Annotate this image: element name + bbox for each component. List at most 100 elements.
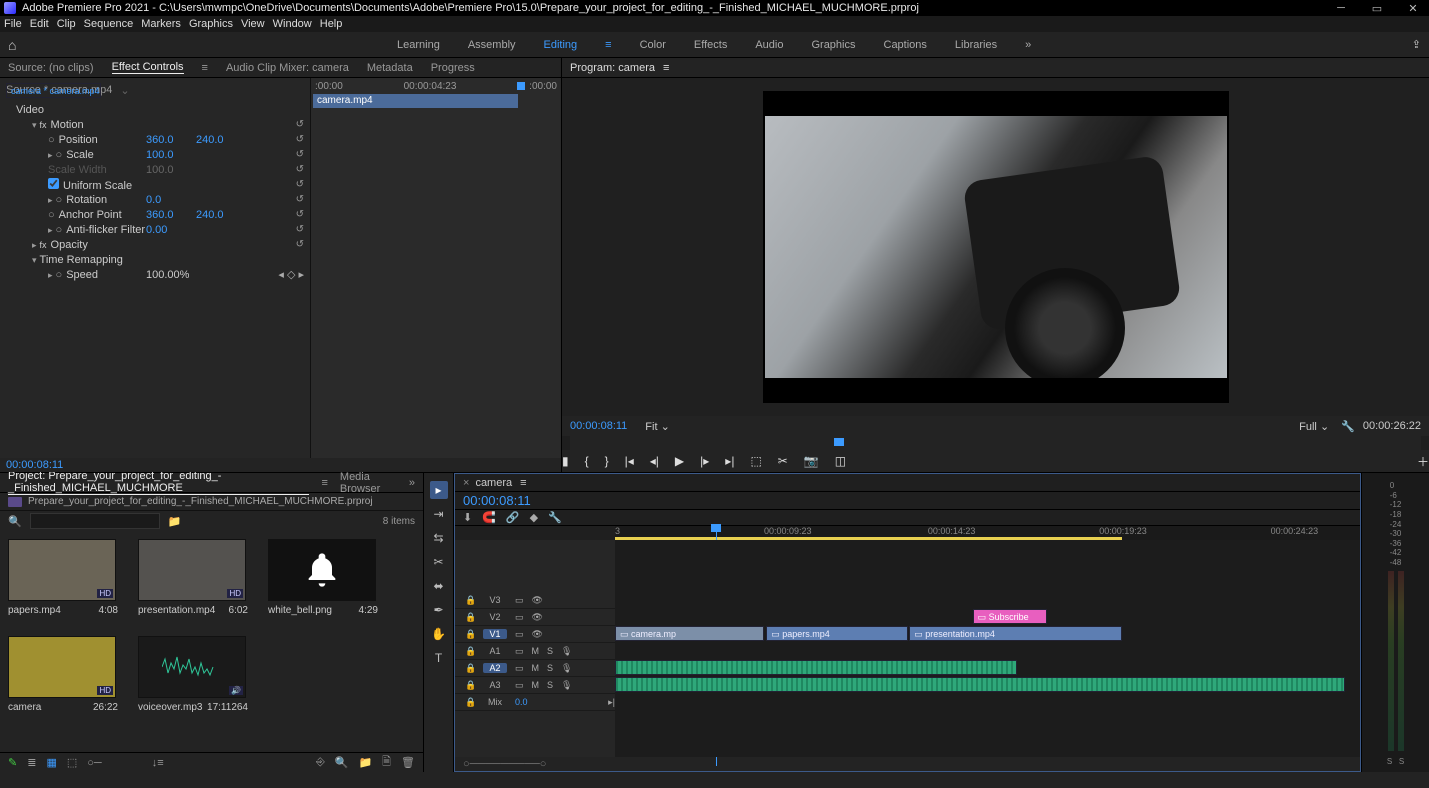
tab-source[interactable]: Source: (no clips)	[8, 62, 94, 74]
sequence-name[interactable]: camera	[475, 477, 512, 489]
sort-icon[interactable]: ↓≡	[152, 757, 164, 769]
automate-icon[interactable]: ⎆	[316, 756, 325, 769]
reset-icon[interactable]: ↺	[296, 209, 304, 220]
type-tool-icon[interactable]: T	[430, 649, 448, 667]
program-playhead[interactable]	[834, 438, 844, 446]
list-view-icon[interactable]: ≣	[27, 756, 36, 769]
bin-thumbnail[interactable]: HD	[8, 539, 116, 601]
in-point-icon[interactable]: {	[585, 454, 589, 468]
reset-icon[interactable]: ↺	[296, 119, 304, 130]
timeline-settings-icon[interactable]: 🔧	[548, 511, 562, 524]
add-button-icon[interactable]: ＋	[1417, 453, 1429, 470]
program-timecode[interactable]: 00:00:08:11	[570, 420, 627, 432]
mic-icon[interactable]: 🎙	[561, 663, 572, 674]
track-toggle-icon[interactable]: ▭	[515, 663, 524, 674]
track-toggle-icon[interactable]: ▭	[515, 629, 524, 640]
insert-icon[interactable]: ⬇	[463, 511, 472, 524]
project-overflow-icon[interactable]: »	[409, 477, 415, 489]
tab-audio-clip-mixer[interactable]: Audio Clip Mixer: camera	[226, 62, 349, 74]
tab-metadata[interactable]: Metadata	[367, 62, 413, 74]
ec-anchor-y[interactable]: 240.0	[196, 209, 246, 221]
extract-icon[interactable]: ✂	[778, 454, 788, 468]
lock-icon[interactable]: 🔒	[465, 595, 475, 606]
menu-file[interactable]: File	[4, 18, 22, 30]
reset-icon[interactable]: ↺	[296, 164, 304, 175]
snap-icon[interactable]: 🧲	[482, 511, 496, 524]
wrench-icon[interactable]: 🔧	[1341, 420, 1355, 433]
clip-papers[interactable]: ▭ papers.mp4	[766, 626, 908, 641]
lock-icon[interactable]: 🔒	[465, 663, 475, 674]
find-icon[interactable]: 🔍	[335, 756, 349, 769]
ec-rotation-label[interactable]: ○Rotation	[6, 194, 146, 206]
workspace-graphics[interactable]: Graphics	[811, 39, 855, 51]
workspace-color[interactable]: Color	[640, 39, 666, 51]
bin-thumbnail[interactable]: HD	[138, 539, 246, 601]
track-a3[interactable]: A3	[483, 680, 507, 690]
ec-rotation-val[interactable]: 0.0	[146, 194, 196, 206]
clip-subscribe[interactable]: ▭ Subscribe	[973, 609, 1048, 624]
workspace-assembly[interactable]: Assembly	[468, 39, 516, 51]
ec-time-remapping[interactable]: Time Remapping	[6, 254, 146, 266]
bin-thumbnail[interactable]: HD	[8, 636, 116, 698]
menu-clip[interactable]: Clip	[57, 18, 76, 30]
program-menu-icon[interactable]: ≡	[663, 62, 669, 74]
timeline-ruler[interactable]: 3 00:00:09:23 00:00:14:23 00:00:19:23 00…	[615, 526, 1360, 540]
track-mix[interactable]: Mix	[483, 697, 507, 707]
zoom-fit-dropdown[interactable]: Fit ⌄	[645, 420, 670, 433]
track-toggle-icon[interactable]: ▭	[515, 595, 524, 606]
close-button[interactable]: ✕	[1401, 2, 1425, 15]
track-v2[interactable]: V2	[483, 612, 507, 622]
tab-effect-controls[interactable]: Effect Controls	[112, 61, 184, 74]
ec-position-y[interactable]: 240.0	[196, 134, 246, 146]
uniform-scale-checkbox[interactable]	[48, 178, 59, 189]
bin-item[interactable]: HD presentation.mp46:02	[138, 539, 248, 616]
project-menu-icon[interactable]: ≡	[321, 477, 327, 489]
track-toggle-icon[interactable]: ▭	[515, 612, 524, 623]
export-icon[interactable]: ⇪	[1412, 38, 1421, 51]
ec-position-x[interactable]: 360.0	[146, 134, 196, 146]
menu-markers[interactable]: Markers	[141, 18, 181, 30]
new-bin-icon[interactable]: 📁	[358, 756, 372, 769]
freeform-view-icon[interactable]: ⬚	[67, 756, 77, 769]
resolution-dropdown[interactable]: Full ⌄	[1299, 420, 1329, 433]
pen-tool-icon[interactable]: ✒	[430, 601, 448, 619]
horiz-scroll[interactable]: ○─────────○	[463, 758, 546, 770]
track-a1[interactable]: A1	[483, 646, 507, 656]
lock-icon[interactable]: 🔒	[465, 646, 475, 657]
go-to-in-icon[interactable]: |◂	[625, 454, 634, 468]
tab-media-browser[interactable]: Media Browser	[340, 471, 397, 495]
timeline-timecode[interactable]: 00:00:08:11	[463, 493, 531, 508]
workspace-captions[interactable]: Captions	[884, 39, 927, 51]
reset-icon[interactable]: ↺	[296, 194, 304, 205]
icon-view-icon[interactable]: ▦	[46, 756, 56, 769]
new-item-icon[interactable]: 🗎	[382, 753, 391, 772]
ec-antiflicker-label[interactable]: ○Anti-flicker Filter	[6, 224, 146, 236]
tab-project[interactable]: Project: Prepare_your_project_for_editin…	[8, 470, 309, 495]
bin-item[interactable]: HD camera26:22	[8, 636, 118, 713]
bin-item[interactable]: white_bell.png4:29	[268, 539, 378, 616]
export-frame-icon[interactable]: 📷	[804, 454, 819, 468]
track-content[interactable]: ▭ Subscribe ▭ camera.mp ▭ papers.mp4 ▭ p…	[615, 540, 1360, 757]
track-toggle-icon[interactable]: ▭	[515, 680, 524, 691]
home-icon[interactable]: ⌂	[8, 37, 16, 53]
selection-tool-icon[interactable]: ▸	[430, 481, 448, 499]
workspace-effects[interactable]: Effects	[694, 39, 727, 51]
clip-audio-a2[interactable]	[615, 660, 1017, 675]
ec-clip-label[interactable]: camera * camera.mp4	[6, 83, 101, 98]
clip-presentation[interactable]: ▭ presentation.mp4	[909, 626, 1121, 641]
out-point-icon[interactable]: }	[605, 454, 609, 468]
ec-antiflicker-val[interactable]: 0.00	[146, 224, 196, 236]
ec-scale-val[interactable]: 100.0	[146, 149, 196, 161]
clip-writable-icon[interactable]: ✎	[8, 756, 17, 769]
ripple-tool-icon[interactable]: ⇆	[430, 529, 448, 547]
clip-audio-a3[interactable]	[615, 677, 1345, 692]
zoom-slider[interactable]: ○─	[87, 757, 101, 769]
step-back-icon[interactable]: ◂|	[650, 454, 659, 468]
track-v1[interactable]: V1	[483, 629, 507, 639]
reset-icon[interactable]: ↺	[296, 224, 304, 235]
slip-tool-icon[interactable]: ⬌	[430, 577, 448, 595]
reset-icon[interactable]: ↺	[296, 149, 304, 160]
track-toggle-icon[interactable]: ▭	[515, 646, 524, 657]
bin-item[interactable]: 🔊 voiceover.mp317:11264	[138, 636, 248, 713]
minimize-button[interactable]: ─	[1329, 2, 1353, 15]
